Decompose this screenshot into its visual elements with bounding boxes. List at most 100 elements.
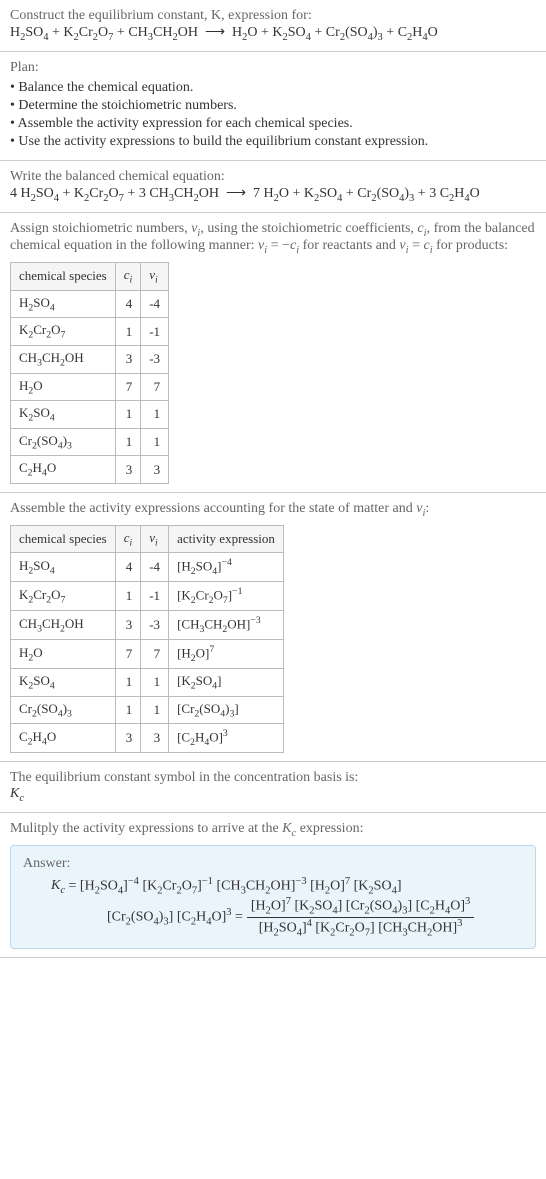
table-row: H2O77 (11, 373, 169, 401)
cell-species: Cr2(SO4)3 (11, 696, 116, 724)
result-label: Mulitply the activity expressions to arr… (10, 821, 536, 839)
cell-ci: 3 (115, 611, 141, 640)
table-row: K2Cr2O71-1[K2Cr2O7]−1 (11, 582, 284, 611)
cell-species: H2O (11, 373, 116, 401)
stoich-section: Assign stoichiometric numbers, νi, using… (0, 213, 546, 493)
cell-nui: -4 (141, 290, 169, 318)
fraction: [H2O]7 [K2SO4] [Cr2(SO4)3] [C2H4O]3 [H2S… (247, 896, 474, 938)
plan-section: Plan: • Balance the chemical equation. •… (0, 52, 546, 161)
col-species: chemical species (11, 263, 116, 291)
balanced-equation: 4 H2SO4 + K2Cr2O7 + 3 CH3CH2OH ⟶ 7 H2O +… (10, 185, 536, 204)
cell-species: H2SO4 (11, 553, 116, 582)
cell-ci: 3 (115, 724, 141, 753)
table-row: H2SO44-4[H2SO4]−4 (11, 553, 284, 582)
plan-item: • Balance the chemical equation. (10, 80, 536, 96)
cell-ci: 1 (115, 428, 141, 456)
intro-equation: H2SO4 + K2Cr2O7 + CH3CH2OH ⟶ H2O + K2SO4… (10, 24, 536, 43)
cell-ci: 1 (115, 401, 141, 429)
cell-species: H2O (11, 640, 116, 669)
activity-intro: Assemble the activity expressions accoun… (10, 501, 536, 519)
cell-activity: [H2SO4]−4 (169, 553, 284, 582)
cell-nui: 3 (141, 456, 169, 484)
col-ci: ci (115, 263, 141, 291)
table-row: Cr2(SO4)311[Cr2(SO4)3] (11, 696, 284, 724)
cell-ci: 7 (115, 640, 141, 669)
table-header-row: chemical species ci νi activity expressi… (11, 525, 284, 553)
table-row: C2H4O33[C2H4O]3 (11, 724, 284, 753)
cell-ci: 1 (115, 696, 141, 724)
table-row: CH3CH2OH3-3 (11, 345, 169, 373)
cell-nui: -3 (141, 345, 169, 373)
table-row: K2Cr2O71-1 (11, 318, 169, 346)
cell-nui: 1 (141, 401, 169, 429)
table-row: H2O77[H2O]7 (11, 640, 284, 669)
cell-activity: [K2Cr2O7]−1 (169, 582, 284, 611)
cell-species: Cr2(SO4)3 (11, 428, 116, 456)
expr-line1: Kc = [H2SO4]−4 [K2Cr2O7]−1 [CH3CH2OH]−3 … (51, 876, 523, 896)
table-row: K2SO411 (11, 401, 169, 429)
intro-prompt: Construct the equilibrium constant, K, e… (10, 8, 536, 24)
cell-species: K2SO4 (11, 669, 116, 697)
symbol-value: Kc (10, 786, 536, 804)
fraction-denominator: [H2SO4]4 [K2Cr2O7] [CH3CH2OH]3 (247, 918, 474, 938)
cell-ci: 7 (115, 373, 141, 401)
activity-section: Assemble the activity expressions accoun… (0, 493, 546, 762)
cell-species: CH3CH2OH (11, 345, 116, 373)
col-nui: νi (141, 263, 169, 291)
answer-expression: Kc = [H2SO4]−4 [K2Cr2O7]−1 [CH3CH2OH]−3 … (23, 876, 523, 938)
plan-list: • Balance the chemical equation. • Deter… (10, 80, 536, 150)
cell-nui: -3 (141, 611, 169, 640)
cell-activity: [C2H4O]3 (169, 724, 284, 753)
intro-section: Construct the equilibrium constant, K, e… (0, 0, 546, 52)
cell-nui: 7 (141, 640, 169, 669)
fraction-numerator: [H2O]7 [K2SO4] [Cr2(SO4)3] [C2H4O]3 (247, 896, 474, 917)
cell-nui: -1 (141, 318, 169, 346)
cell-activity: [K2SO4] (169, 669, 284, 697)
balanced-label: Write the balanced chemical equation: (10, 169, 536, 185)
stoich-table: chemical species ci νi H2SO44-4K2Cr2O71-… (10, 262, 169, 484)
symbol-label: The equilibrium constant symbol in the c… (10, 770, 536, 786)
table-row: CH3CH2OH3-3[CH3CH2OH]−3 (11, 611, 284, 640)
cell-nui: 1 (141, 669, 169, 697)
expr-line2: [Cr2(SO4)3] [C2H4O]3 = [H2O]7 [K2SO4] [C… (51, 896, 523, 938)
cell-ci: 4 (115, 553, 141, 582)
table-row: Cr2(SO4)311 (11, 428, 169, 456)
cell-ci: 1 (115, 669, 141, 697)
cell-activity: [H2O]7 (169, 640, 284, 669)
plan-item: • Assemble the activity expression for e… (10, 116, 536, 132)
cell-nui: 7 (141, 373, 169, 401)
result-section: Mulitply the activity expressions to arr… (0, 813, 546, 958)
cell-nui: 1 (141, 696, 169, 724)
table-row: C2H4O33 (11, 456, 169, 484)
cell-activity: [CH3CH2OH]−3 (169, 611, 284, 640)
plan-item: • Use the activity expressions to build … (10, 134, 536, 150)
cell-species: K2Cr2O7 (11, 318, 116, 346)
plan-item: • Determine the stoichiometric numbers. (10, 98, 536, 114)
stoich-intro: Assign stoichiometric numbers, νi, using… (10, 221, 536, 257)
cell-species: K2Cr2O7 (11, 582, 116, 611)
cell-species: H2SO4 (11, 290, 116, 318)
cell-species: C2H4O (11, 456, 116, 484)
cell-nui: 3 (141, 724, 169, 753)
cell-nui: -4 (141, 553, 169, 582)
activity-table: chemical species ci νi activity expressi… (10, 525, 284, 753)
cell-ci: 1 (115, 582, 141, 611)
cell-species: C2H4O (11, 724, 116, 753)
cell-species: CH3CH2OH (11, 611, 116, 640)
cell-ci: 3 (115, 345, 141, 373)
col-ci: ci (115, 525, 141, 553)
answer-box: Answer: Kc = [H2SO4]−4 [K2Cr2O7]−1 [CH3C… (10, 845, 536, 949)
table-row: H2SO44-4 (11, 290, 169, 318)
balanced-section: Write the balanced chemical equation: 4 … (0, 161, 546, 213)
cell-nui: -1 (141, 582, 169, 611)
col-species: chemical species (11, 525, 116, 553)
symbol-section: The equilibrium constant symbol in the c… (0, 762, 546, 813)
answer-label: Answer: (23, 856, 523, 872)
cell-activity: [Cr2(SO4)3] (169, 696, 284, 724)
col-activity: activity expression (169, 525, 284, 553)
cell-ci: 3 (115, 456, 141, 484)
table-header-row: chemical species ci νi (11, 263, 169, 291)
col-nui: νi (141, 525, 169, 553)
expr-cont: [Cr2(SO4)3] [C2H4O]3 = (107, 907, 243, 927)
cell-nui: 1 (141, 428, 169, 456)
